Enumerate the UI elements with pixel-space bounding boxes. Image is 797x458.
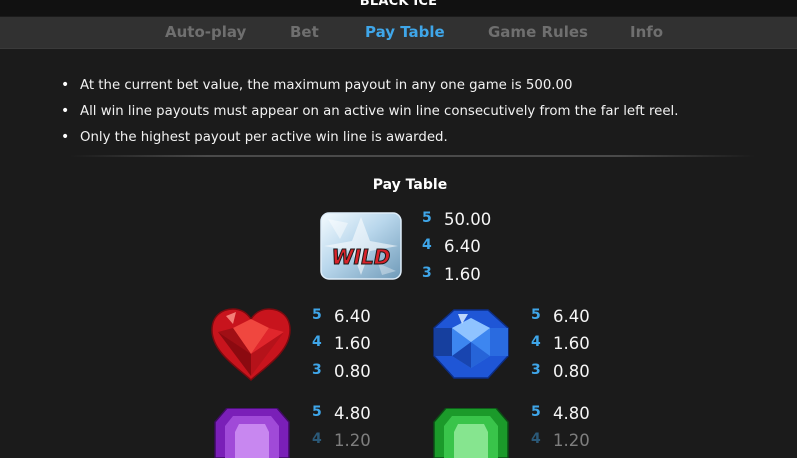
payout-value: 1.20 <box>553 431 590 450</box>
paytable-heading: Pay Table <box>372 177 448 193</box>
tab-auto-play[interactable]: Auto-play <box>165 23 246 41</box>
payout-value: 4.80 <box>334 404 371 423</box>
payout-value: 6.40 <box>444 237 481 256</box>
payout-count: 4 <box>312 334 322 350</box>
payout-count: 5 <box>422 210 432 226</box>
payout-count: 3 <box>312 362 322 378</box>
purple-emerald-gem-icon <box>214 408 290 458</box>
payout-value: 1.60 <box>444 265 481 284</box>
payout-value: 4.80 <box>553 404 590 423</box>
payout-value: 0.80 <box>334 362 371 381</box>
tab-info[interactable]: Info <box>630 23 663 41</box>
wild-symbol-label: WILD <box>332 245 391 269</box>
payout-value: 1.20 <box>334 431 371 450</box>
payout-count: 4 <box>422 237 432 253</box>
game-title: BLACK ICE <box>359 0 438 9</box>
payout-value: 6.40 <box>553 307 590 326</box>
wild-symbol-icon: WILD <box>320 212 402 280</box>
payout-count: 5 <box>531 307 541 323</box>
rules-list: At the current bet value, the maximum pa… <box>60 77 760 156</box>
tab-bet[interactable]: Bet <box>290 23 319 41</box>
rule-item: Only the highest payout per active win l… <box>60 129 760 156</box>
payout-value: 0.80 <box>553 362 590 381</box>
payout-count: 5 <box>312 307 322 323</box>
payout-count: 4 <box>531 431 541 447</box>
payout-count: 5 <box>312 404 322 420</box>
payout-count: 4 <box>531 334 541 350</box>
payout-count: 3 <box>422 265 432 281</box>
tab-pay-table[interactable]: Pay Table <box>365 23 445 41</box>
section-divider <box>70 155 755 157</box>
rule-item: All win line payouts must appear on an a… <box>60 103 760 130</box>
payout-count: 4 <box>312 431 322 447</box>
green-emerald-gem-icon <box>433 408 509 458</box>
payout-value: 50.00 <box>444 210 492 229</box>
tab-bar: Auto-play Bet Pay Table Game Rules Info <box>0 17 797 49</box>
red-heart-gem-icon <box>211 308 291 382</box>
payout-value: 6.40 <box>334 307 371 326</box>
payout-value: 1.60 <box>334 334 371 353</box>
blue-round-gem-icon <box>433 309 509 379</box>
payout-value: 1.60 <box>553 334 590 353</box>
tab-game-rules[interactable]: Game Rules <box>488 23 588 41</box>
payout-count: 3 <box>531 362 541 378</box>
payout-count: 5 <box>531 404 541 420</box>
rule-item: At the current bet value, the maximum pa… <box>60 77 760 104</box>
title-bar: BLACK ICE <box>0 0 797 16</box>
